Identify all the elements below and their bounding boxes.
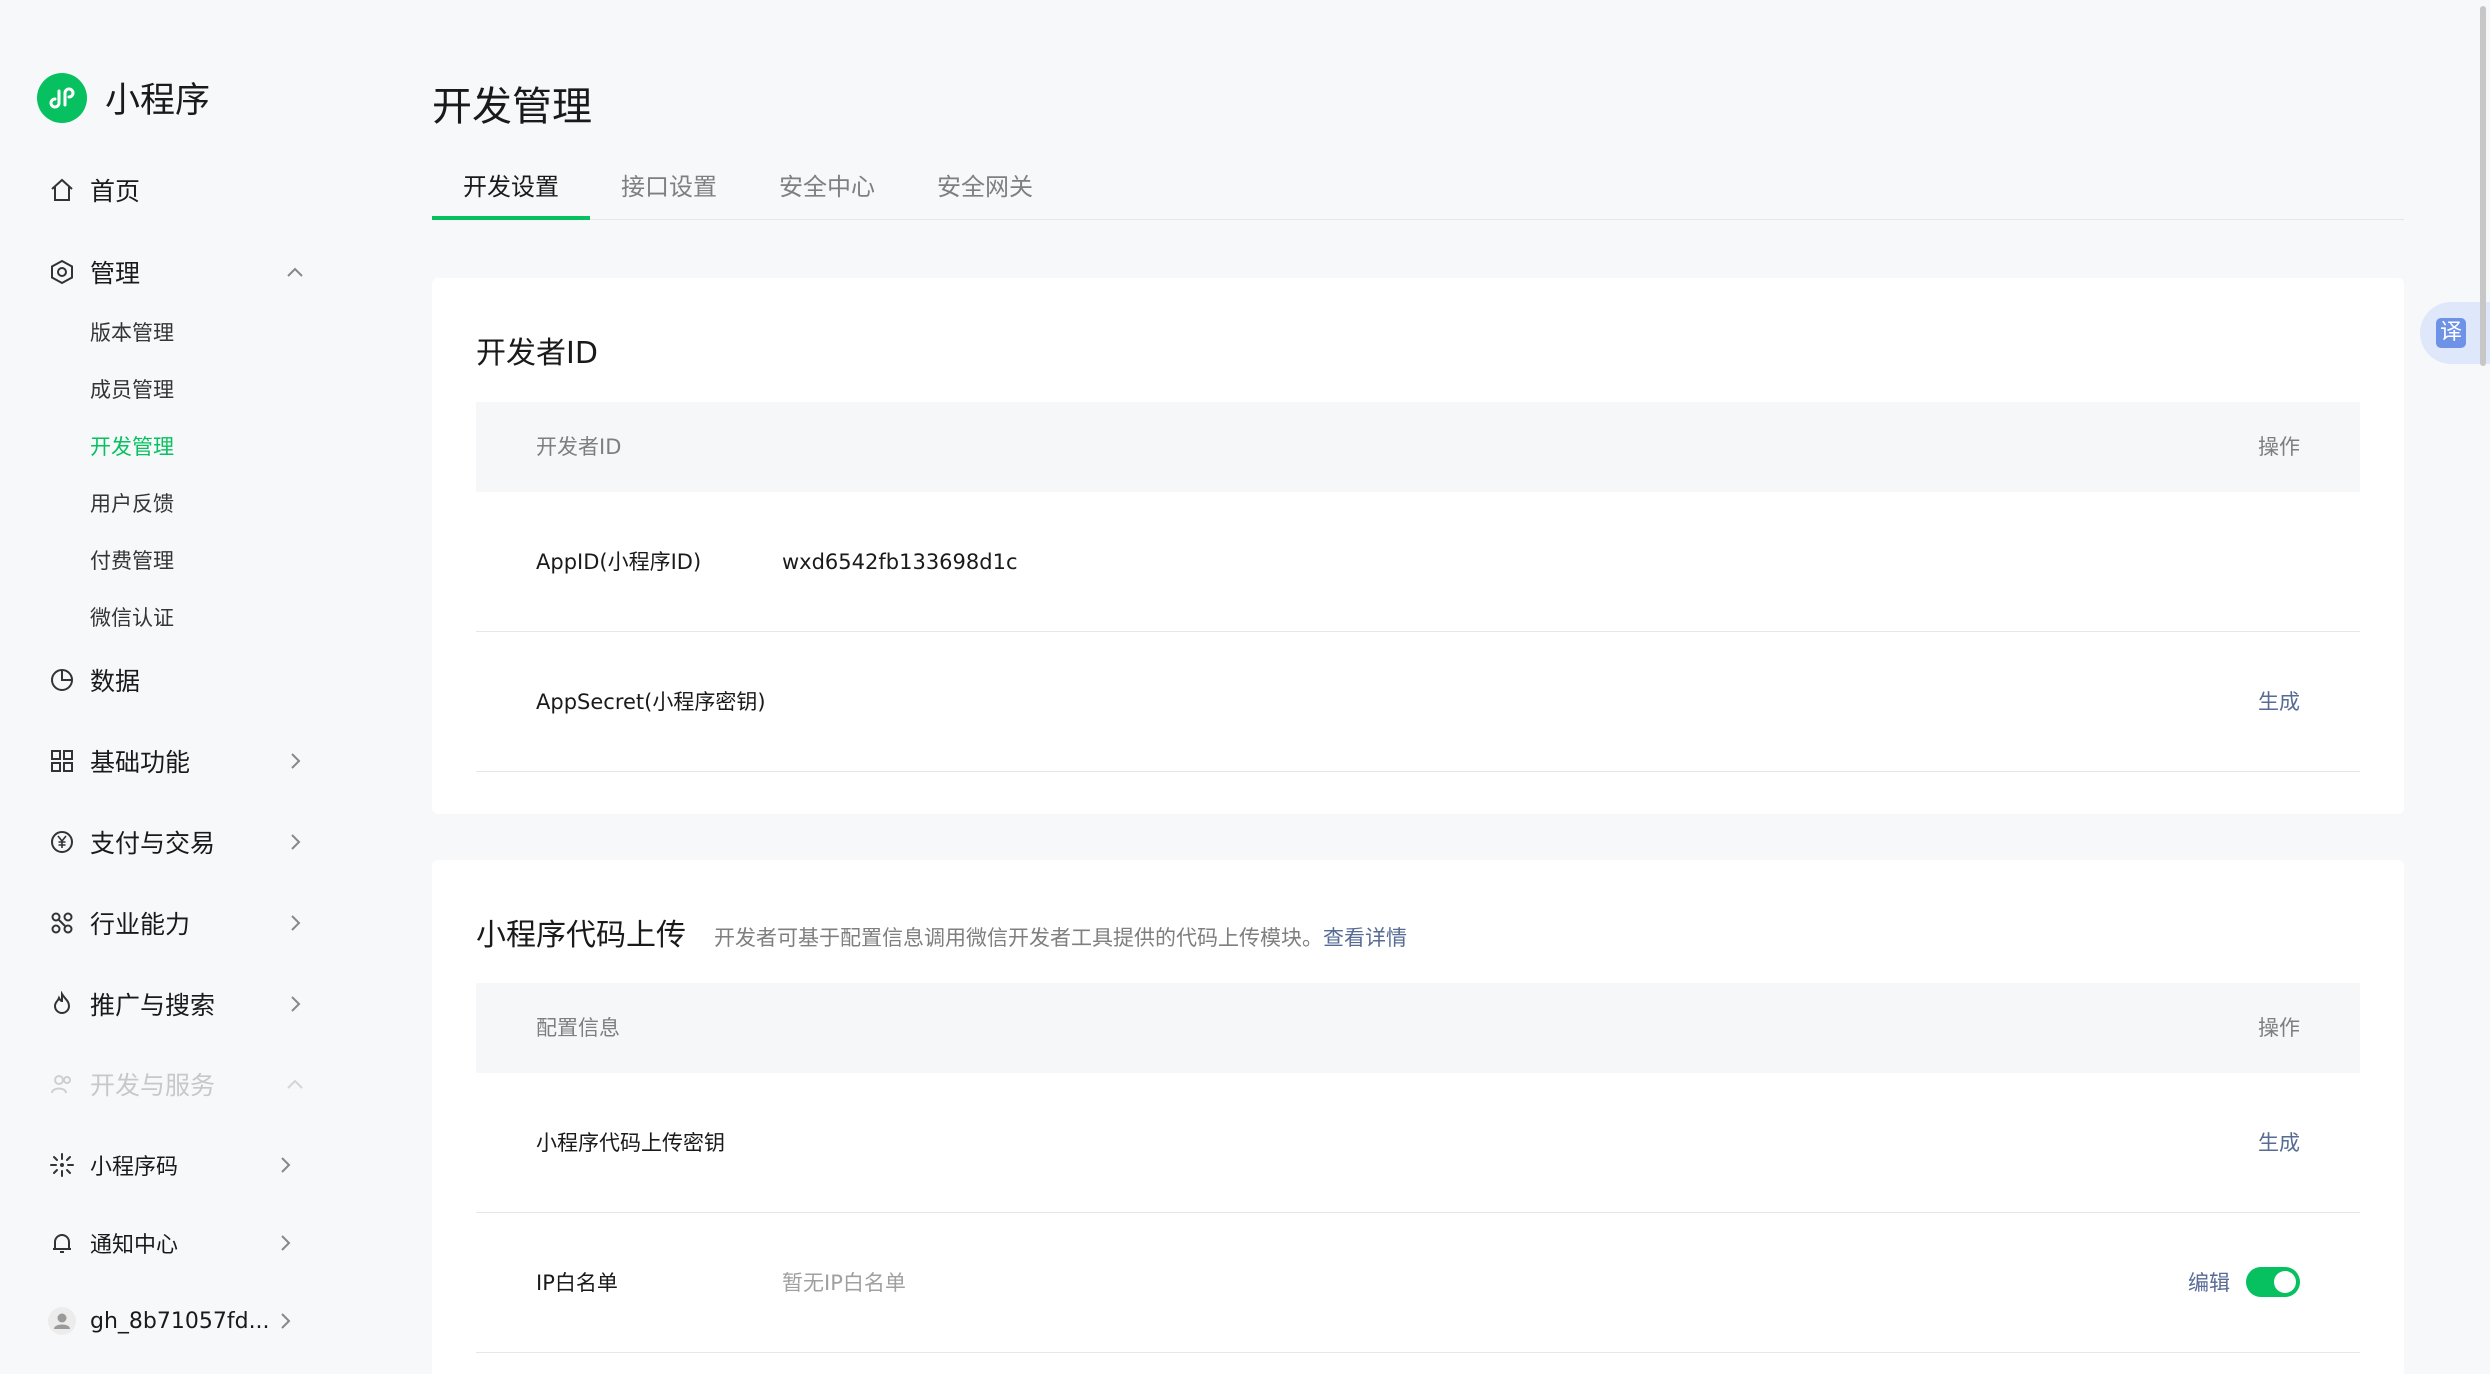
row-key: AppSecret(小程序密钥) [536, 690, 766, 714]
chevron-right-icon [282, 991, 308, 1017]
card-title: 开发者ID [476, 336, 598, 371]
sidebar-subitem-verification[interactable]: 微信认证 [90, 603, 174, 633]
gear-icon [48, 258, 76, 286]
grid-icon [48, 747, 76, 775]
chevron-up-icon [282, 1071, 308, 1097]
generate-appsecret-link[interactable]: 生成 [2258, 632, 2300, 772]
sidebar-subitem-dev-manage[interactable]: 开发管理 [90, 432, 174, 462]
tab-security-center[interactable]: 安全中心 [748, 158, 906, 220]
home-icon [48, 176, 76, 204]
row-key: 小程序代码上传密钥 [536, 1131, 725, 1155]
bell-icon [48, 1229, 76, 1257]
pie-chart-icon [48, 666, 76, 694]
sidebar: 小程序 首页 管理 版本管理 成员管理 开发管理 用户反馈 付费管理 微信认证 … [0, 0, 330, 1374]
table-row: 小程序代码上传密钥 生成 [476, 1073, 2360, 1213]
column-header: 配置信息 [536, 1016, 620, 1040]
nodes-icon [48, 909, 76, 937]
row-key: IP白名单 [536, 1271, 618, 1295]
column-header: 开发者ID [536, 435, 622, 459]
sidebar-item-manage[interactable]: 管理 [48, 248, 308, 296]
chevron-right-icon [272, 1230, 298, 1256]
ip-whitelist-value: 暂无IP白名单 [782, 1271, 906, 1295]
sidebar-item-label: 管理 [90, 259, 141, 288]
sidebar-item-label: 支付与交易 [90, 829, 216, 858]
table-header: 配置信息 操作 [476, 983, 2360, 1073]
table-row: AppID(小程序ID) wxd6542fb133698d1c [476, 492, 2360, 632]
sidebar-item-label: 数据 [90, 667, 141, 696]
user-avatar-icon [48, 1307, 76, 1335]
chevron-up-icon [282, 259, 308, 285]
chevron-right-icon [272, 1152, 298, 1178]
tab-bar: 开发设置 接口设置 安全中心 安全网关 [432, 158, 2404, 220]
column-header: 操作 [2258, 1016, 2300, 1040]
account-menu[interactable]: gh_8b71057fd... [48, 1297, 298, 1345]
table-header: 开发者ID 操作 [476, 402, 2360, 492]
row-key: AppID(小程序ID) [536, 550, 702, 574]
card-title-wrap: 小程序代码上传 开发者可基于配置信息调用微信开发者工具提供的代码上传模块。查看详… [476, 910, 1407, 954]
toggle-knob [2274, 1271, 2296, 1293]
sidebar-item-qrcode[interactable]: 小程序码 [48, 1141, 298, 1189]
scrollbar[interactable] [2476, 0, 2490, 1374]
sidebar-item-payment[interactable]: 支付与交易 [48, 818, 308, 866]
chevron-right-icon [272, 1308, 298, 1334]
card-description: 开发者可基于配置信息调用微信开发者工具提供的代码上传模块。查看详情 [714, 922, 1407, 952]
sidebar-item-dev-services[interactable]: 开发与服务 [48, 1060, 308, 1108]
sidebar-subitem-feedback[interactable]: 用户反馈 [90, 489, 174, 519]
tab-security-gateway[interactable]: 安全网关 [906, 158, 1064, 220]
column-header: 操作 [2258, 435, 2300, 459]
sidebar-item-basic-features[interactable]: 基础功能 [48, 737, 308, 785]
logo-text: 小程序 [105, 81, 211, 121]
tab-dev-settings[interactable]: 开发设置 [432, 158, 590, 220]
generate-upload-key-link[interactable]: 生成 [2258, 1073, 2300, 1213]
developer-id-card: 开发者ID 开发者ID 操作 AppID(小程序ID) wxd6542fb133… [432, 278, 2404, 814]
flame-icon [48, 990, 76, 1018]
code-upload-card: 小程序代码上传 开发者可基于配置信息调用微信开发者工具提供的代码上传模块。查看详… [432, 860, 2404, 1374]
chevron-right-icon [282, 829, 308, 855]
ip-whitelist-toggle[interactable] [2246, 1267, 2300, 1297]
code-icon [48, 1151, 76, 1179]
sidebar-item-label: 基础功能 [90, 748, 191, 777]
chevron-right-icon [282, 910, 308, 936]
people-icon [48, 1070, 76, 1098]
sidebar-item-promotion[interactable]: 推广与搜索 [48, 980, 308, 1028]
sidebar-item-data[interactable]: 数据 [48, 656, 308, 704]
yen-icon [48, 828, 76, 856]
account-name: gh_8b71057fd... [90, 1308, 270, 1334]
sidebar-subitem-billing[interactable]: 付费管理 [90, 546, 174, 576]
logo[interactable]: 小程序 [37, 72, 210, 123]
card-description-text: 开发者可基于配置信息调用微信开发者工具提供的代码上传模块。 [714, 926, 1323, 950]
table-row: AppSecret(小程序密钥) 生成 [476, 632, 2360, 772]
sidebar-subitem-members[interactable]: 成员管理 [90, 375, 174, 405]
sidebar-item-label: 行业能力 [90, 910, 191, 939]
sidebar-item-label: 推广与搜索 [90, 991, 216, 1020]
sidebar-item-label: 小程序码 [90, 1155, 179, 1180]
view-details-link[interactable]: 查看详情 [1323, 926, 1407, 950]
edit-ip-whitelist-link[interactable]: 编辑 [2188, 1213, 2230, 1353]
chevron-right-icon [282, 748, 308, 774]
mini-program-logo-icon [37, 72, 87, 123]
translate-icon: 译 [2436, 318, 2466, 348]
card-title: 小程序代码上传 [476, 918, 686, 953]
page-title: 开发管理 [432, 84, 592, 130]
sidebar-item-label: 开发与服务 [90, 1071, 216, 1100]
appid-value: wxd6542fb133698d1c [782, 550, 1018, 574]
sidebar-item-label: 首页 [90, 177, 141, 206]
sidebar-item-notifications[interactable]: 通知中心 [48, 1219, 298, 1267]
tab-api-settings[interactable]: 接口设置 [590, 158, 748, 220]
sidebar-item-industry[interactable]: 行业能力 [48, 899, 308, 947]
scrollbar-thumb[interactable] [2480, 6, 2486, 366]
table-row: IP白名单 暂无IP白名单 编辑 [476, 1213, 2360, 1353]
sidebar-subitem-version[interactable]: 版本管理 [90, 318, 174, 348]
sidebar-item-label: 通知中心 [90, 1233, 179, 1258]
sidebar-item-home[interactable]: 首页 [48, 166, 308, 214]
